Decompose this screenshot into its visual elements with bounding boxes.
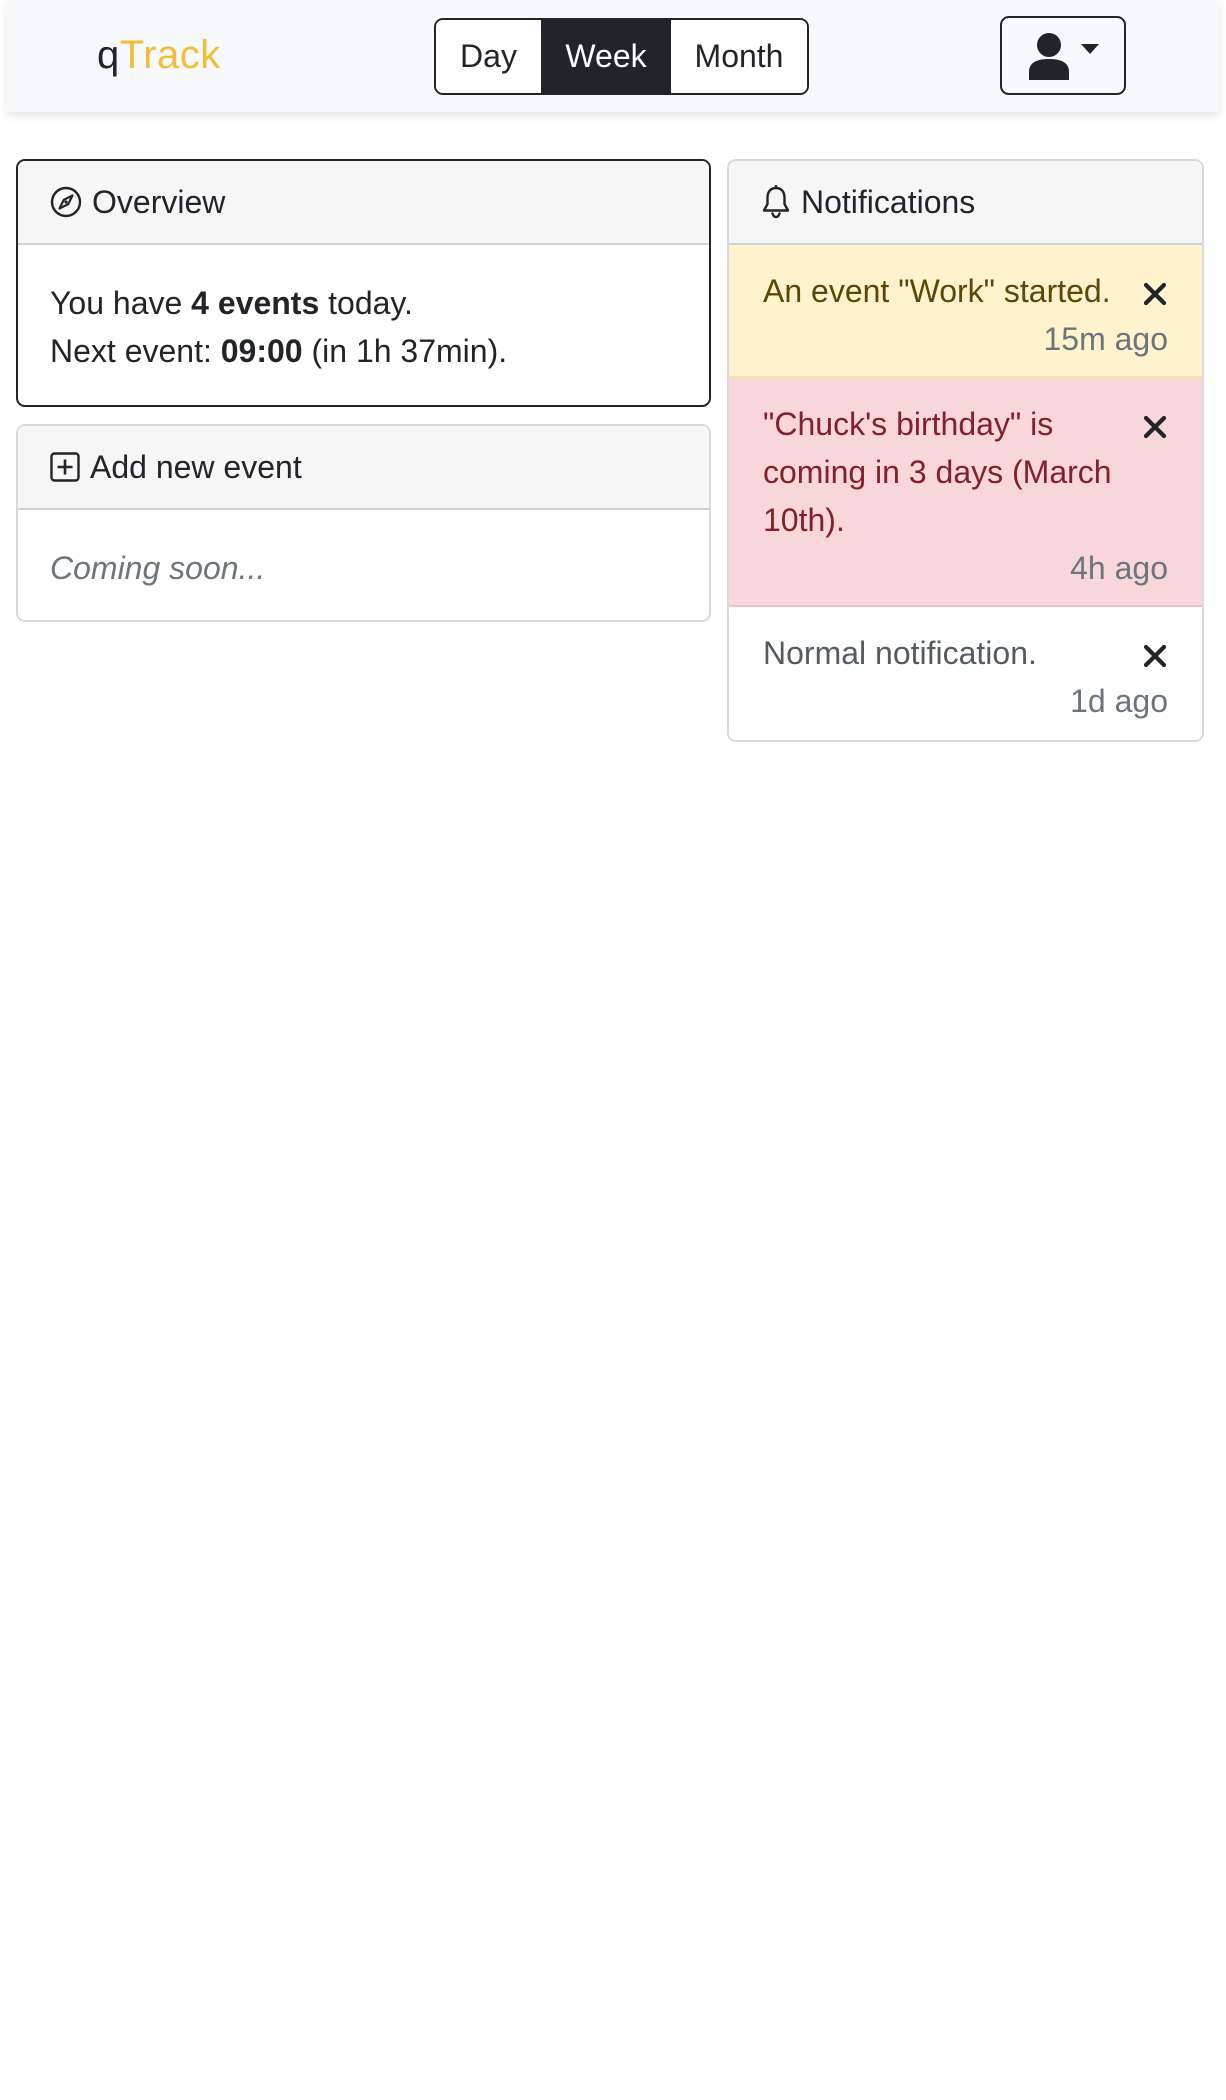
- next-event-suffix: (in 1h 37min).: [302, 333, 508, 369]
- add-event-header: Add new event: [18, 426, 709, 510]
- view-week-button[interactable]: Week: [541, 20, 669, 93]
- notification-time: 1d ago: [1070, 683, 1168, 719]
- overview-title: Overview: [92, 183, 226, 220]
- add-event-title: Add new event: [90, 448, 302, 485]
- next-event-prefix: Next event:: [50, 333, 221, 369]
- brand-suffix: Track: [119, 33, 221, 77]
- notification-time: 15m ago: [1043, 321, 1168, 357]
- notification-item: Normal notification. 1d ago: [729, 607, 1202, 740]
- view-toggle-group: Day Week Month: [434, 18, 809, 95]
- close-icon[interactable]: [1142, 281, 1168, 307]
- next-event-text: Next event: 09:00 (in 1h 37min).: [50, 327, 677, 375]
- overview-body: You have 4 events today. Next event: 09:…: [18, 245, 709, 375]
- brand-logo[interactable]: qTrack: [97, 30, 221, 80]
- view-day-button[interactable]: Day: [436, 20, 541, 93]
- events-count: 4 events: [191, 285, 320, 321]
- notification-text: "Chuck's birthday" is coming in 3 days (…: [763, 406, 1112, 538]
- close-icon[interactable]: [1142, 643, 1168, 669]
- overview-header: Overview: [18, 161, 709, 245]
- caret-down-icon: [1081, 43, 1099, 54]
- events-today-suffix: today.: [319, 285, 413, 321]
- user-icon: [1029, 32, 1069, 80]
- notification-item: An event "Work" started. 15m ago: [729, 245, 1202, 378]
- user-menu-button[interactable]: [1000, 16, 1126, 95]
- notifications-header: Notifications: [729, 161, 1202, 245]
- view-month-button[interactable]: Month: [669, 20, 807, 93]
- notifications-title: Notifications: [801, 183, 976, 220]
- add-event-card: Add new event Coming soon...: [16, 424, 711, 622]
- coming-soon-text: Coming soon...: [50, 550, 266, 586]
- next-event-time: 09:00: [220, 333, 303, 369]
- notification-text: Normal notification.: [763, 635, 1037, 671]
- bell-icon: [762, 185, 790, 219]
- events-today-prefix: You have: [50, 285, 192, 321]
- notification-time: 4h ago: [1070, 550, 1168, 586]
- events-today-text: You have 4 events today.: [50, 279, 677, 327]
- plus-square-icon: [50, 452, 80, 482]
- brand-prefix: q: [97, 33, 120, 77]
- compass-icon: [50, 186, 82, 218]
- notification-item: "Chuck's birthday" is coming in 3 days (…: [729, 378, 1202, 607]
- close-icon[interactable]: [1142, 414, 1168, 440]
- overview-card: Overview You have 4 events today. Next e…: [16, 159, 711, 407]
- notification-text: An event "Work" started.: [763, 273, 1111, 309]
- notifications-card: Notifications An event "Work" started. 1…: [727, 159, 1204, 742]
- top-navbar: qTrack Day Week Month: [7, 0, 1219, 112]
